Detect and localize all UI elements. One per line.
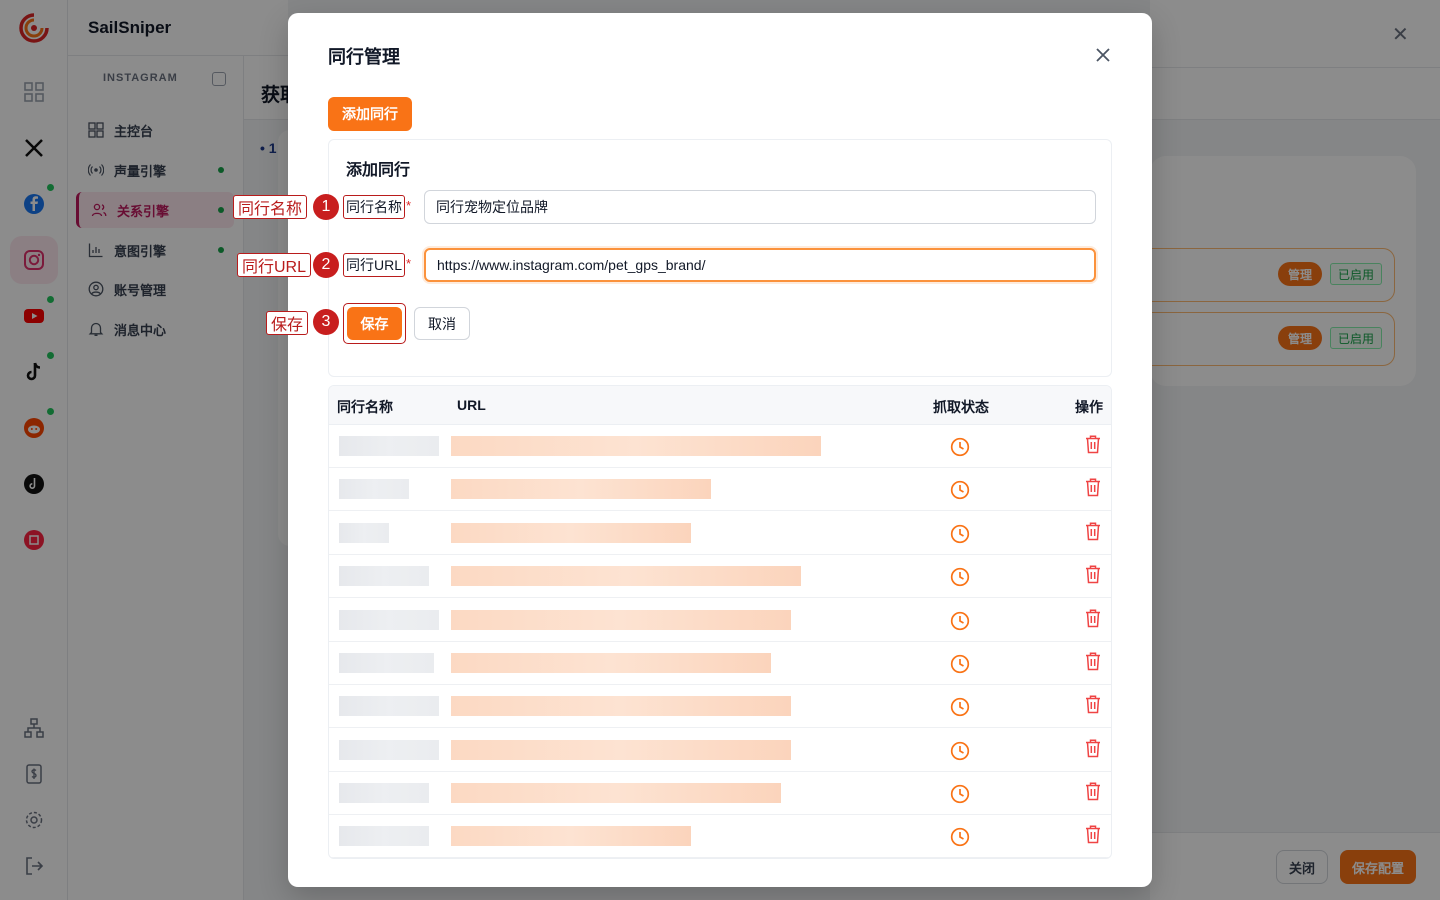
competitor-name-input[interactable] — [424, 190, 1096, 224]
add-competitor-form: 添加同行 同行名称 * 同行URL * 保存 取消 — [328, 139, 1112, 377]
table-row — [329, 512, 1111, 555]
trash-icon[interactable] — [1084, 824, 1102, 844]
column-header-url: URL — [457, 397, 486, 413]
clock-icon[interactable] — [950, 741, 970, 761]
clock-icon[interactable] — [950, 524, 970, 544]
required-mark: * — [406, 256, 412, 271]
redacted-url — [451, 826, 691, 846]
redacted-url — [451, 696, 791, 716]
table-row — [329, 729, 1111, 772]
table-row — [329, 468, 1111, 511]
add-competitor-button[interactable]: 添加同行 — [328, 97, 412, 131]
annotation-label: 保存 — [266, 311, 309, 335]
clock-icon[interactable] — [950, 611, 970, 631]
required-mark: * — [406, 198, 412, 213]
redacted-url — [451, 740, 791, 760]
redacted-name — [339, 740, 439, 760]
table-row — [329, 642, 1111, 685]
redacted-name — [339, 523, 389, 543]
table-header: 同行名称 URL 抓取状态 操作 — [329, 386, 1111, 425]
clock-icon[interactable] — [950, 784, 970, 804]
annotation-number: 1 — [313, 194, 339, 220]
redacted-name — [339, 696, 439, 716]
redacted-url — [451, 479, 711, 499]
redacted-name — [339, 653, 434, 673]
redacted-name — [339, 610, 439, 630]
trash-icon[interactable] — [1084, 477, 1102, 497]
column-header-actions: 操作 — [1075, 399, 1103, 415]
trash-icon[interactable] — [1084, 434, 1102, 454]
annotation-number: 2 — [313, 252, 339, 278]
column-header-name: 同行名称 — [337, 399, 393, 415]
redacted-name — [339, 783, 429, 803]
trash-icon[interactable] — [1084, 738, 1102, 758]
trash-icon[interactable] — [1084, 651, 1102, 671]
modal-title: 同行管理 — [328, 47, 400, 67]
table-row — [329, 425, 1111, 468]
table-row — [329, 772, 1111, 815]
competitor-table: 同行名称 URL 抓取状态 操作 — [328, 385, 1112, 859]
clock-icon[interactable] — [950, 827, 970, 847]
annotation-number: 3 — [313, 309, 339, 335]
redacted-name — [339, 436, 439, 456]
redacted-name — [339, 566, 429, 586]
column-header-status: 抓取状态 — [933, 399, 989, 415]
trash-icon[interactable] — [1084, 781, 1102, 801]
annotation-label: 同行名称 — [233, 195, 308, 219]
url-label: 同行URL — [343, 253, 406, 277]
name-label: 同行名称 — [343, 195, 405, 219]
form-title: 添加同行 — [346, 162, 411, 179]
clock-icon[interactable] — [950, 567, 970, 587]
table-row — [329, 685, 1111, 728]
cancel-button[interactable]: 取消 — [414, 307, 470, 340]
redacted-name — [339, 826, 429, 846]
competitor-url-input[interactable] — [424, 248, 1096, 282]
redacted-url — [451, 783, 781, 803]
redacted-url — [451, 610, 791, 630]
trash-icon[interactable] — [1084, 694, 1102, 714]
table-row — [329, 815, 1111, 858]
clock-icon[interactable] — [950, 437, 970, 457]
competitor-management-modal: 同行管理 添加同行 添加同行 同行名称 * 同行URL * 保存 取消 同行名称… — [288, 13, 1152, 887]
trash-icon[interactable] — [1084, 564, 1102, 584]
save-highlight: 保存 — [343, 303, 406, 344]
redacted-url — [451, 523, 691, 543]
table-row — [329, 599, 1111, 642]
redacted-url — [451, 436, 821, 456]
redacted-url — [451, 653, 771, 673]
trash-icon[interactable] — [1084, 521, 1102, 541]
close-icon[interactable] — [1093, 45, 1113, 65]
table-row — [329, 555, 1111, 598]
clock-icon[interactable] — [950, 654, 970, 674]
clock-icon[interactable] — [950, 697, 970, 717]
save-button[interactable]: 保存 — [347, 307, 402, 340]
clock-icon[interactable] — [950, 480, 970, 500]
annotation-label: 同行URL — [237, 253, 312, 277]
trash-icon[interactable] — [1084, 608, 1102, 628]
redacted-url — [451, 566, 801, 586]
redacted-name — [339, 479, 409, 499]
